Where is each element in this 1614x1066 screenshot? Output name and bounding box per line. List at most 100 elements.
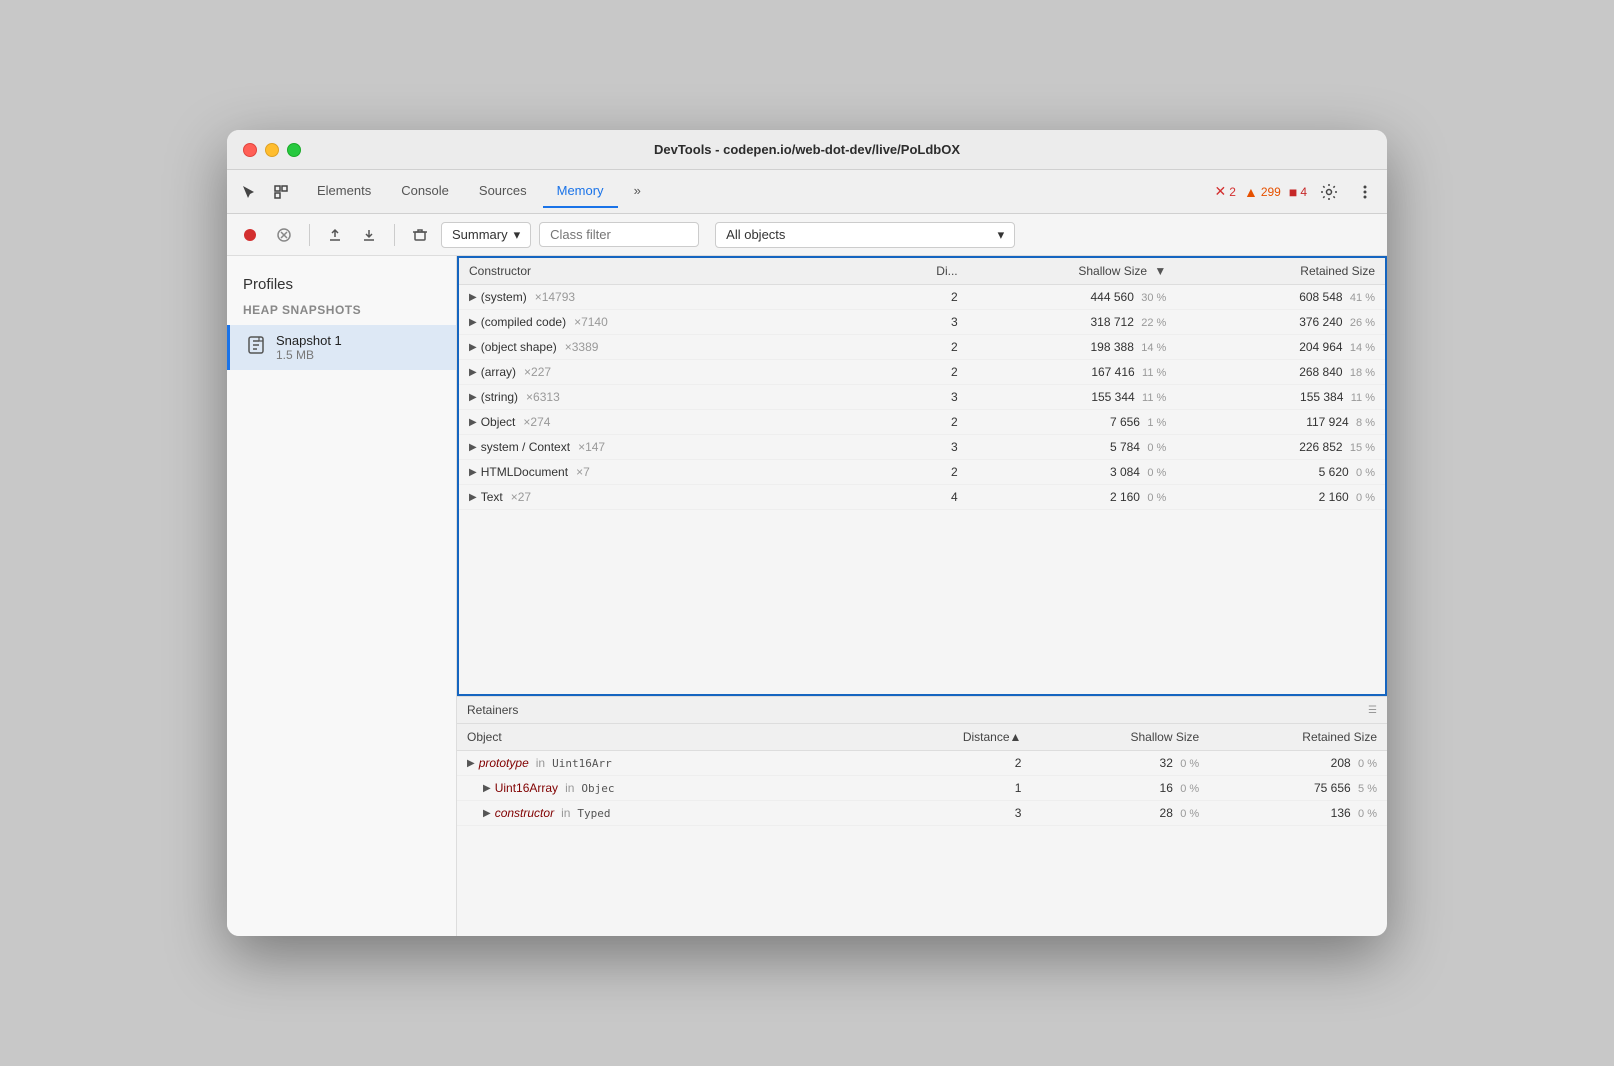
error-count: 2 xyxy=(1229,185,1236,199)
divider-1 xyxy=(309,224,310,246)
expand-arrow-icon[interactable]: ▶ xyxy=(469,492,477,503)
distance-cell: 3 xyxy=(902,435,967,460)
tab-more[interactable]: » xyxy=(620,175,655,208)
tab-sources[interactable]: Sources xyxy=(465,175,541,208)
warning-count: 299 xyxy=(1261,185,1281,199)
ret-col-distance[interactable]: Distance▲ xyxy=(922,724,1031,751)
table-row[interactable]: ▶ (object shape) ×3389 2 198 388 14 % 20… xyxy=(459,335,1385,360)
summary-dropdown[interactable]: Summary ▾ xyxy=(441,222,531,248)
snapshot-item[interactable]: Snapshot 1 1.5 MB xyxy=(227,325,456,370)
tab-console[interactable]: Console xyxy=(387,175,463,208)
expand-arrow-icon[interactable]: ▶ xyxy=(469,442,477,453)
constructor-name: (string) xyxy=(481,390,518,404)
col-constructor[interactable]: Constructor xyxy=(459,258,902,285)
table-row[interactable]: ▶ system / Context ×147 3 5 784 0 % 226 … xyxy=(459,435,1385,460)
count-label: ×3389 xyxy=(565,340,599,354)
ret-distance-cell: 3 xyxy=(922,801,1031,826)
ret-col-shallow[interactable]: Shallow Size xyxy=(1031,724,1209,751)
maximize-button[interactable] xyxy=(287,143,301,157)
summary-chevron-icon: ▾ xyxy=(514,227,521,243)
col-shallow-size[interactable]: Shallow Size ▼ xyxy=(968,258,1177,285)
all-objects-label: All objects xyxy=(726,227,785,242)
expand-arrow-icon[interactable]: ▶ xyxy=(469,292,477,303)
sidebar: Profiles HEAP SNAPSHOTS Snapshot 1 1.5 M… xyxy=(227,256,457,936)
expand-arrow-icon[interactable]: ▶ xyxy=(467,758,475,769)
table-row[interactable]: ▶ (system) ×14793 2 444 560 30 % 608 548… xyxy=(459,285,1385,310)
table-row[interactable]: ▶ (array) ×227 2 167 416 11 % 268 840 18… xyxy=(459,360,1385,385)
constructor-cell: ▶ (object shape) ×3389 xyxy=(459,335,902,360)
expand-arrow-icon[interactable]: ▶ xyxy=(469,367,477,378)
retained-size-cell: 2 160 0 % xyxy=(1176,485,1385,510)
close-button[interactable] xyxy=(243,143,257,157)
distance-cell: 2 xyxy=(902,285,967,310)
settings-icon[interactable] xyxy=(1315,178,1343,206)
expand-arrow-icon[interactable]: ▶ xyxy=(469,317,477,328)
clear-button[interactable] xyxy=(407,222,433,248)
cursor-icon[interactable] xyxy=(235,178,263,206)
record-button[interactable] xyxy=(237,222,263,248)
tabs: Elements Console Sources Memory » xyxy=(303,175,655,208)
stop-button[interactable] xyxy=(271,222,297,248)
table-row[interactable]: ▶ constructor in Typed 3 28 0 % 136 0 % xyxy=(457,801,1387,826)
table-row[interactable]: ▶ Object ×274 2 7 656 1 % 117 924 8 % xyxy=(459,410,1385,435)
tab-memory[interactable]: Memory xyxy=(543,175,618,208)
expand-arrow-icon[interactable]: ▶ xyxy=(483,783,491,794)
retainers-table-body: ▶ prototype in Uint16Arr 2 32 0 % 208 0 … xyxy=(457,751,1387,826)
divider-2 xyxy=(394,224,395,246)
constructor-name: Object xyxy=(481,415,516,429)
ret-col-retained[interactable]: Retained Size xyxy=(1209,724,1387,751)
shallow-size-cell: 444 560 30 % xyxy=(968,285,1177,310)
table-row[interactable]: ▶ Text ×27 4 2 160 0 % 2 160 0 % xyxy=(459,485,1385,510)
warning-badge[interactable]: ▲ 299 xyxy=(1244,184,1281,200)
constructor-cell: ▶ (array) ×227 xyxy=(459,360,902,385)
retained-size-cell: 5 620 0 % xyxy=(1176,460,1385,485)
class-filter-input[interactable] xyxy=(539,222,699,247)
tab-elements[interactable]: Elements xyxy=(303,175,385,208)
ret-col-object[interactable]: Object xyxy=(457,724,922,751)
constructor-cell: ▶ HTMLDocument ×7 xyxy=(459,460,902,485)
inspect-icon[interactable] xyxy=(267,178,295,206)
sort-arrow-icon: ▼ xyxy=(1154,264,1166,278)
title-bar: DevTools - codepen.io/web-dot-dev/live/P… xyxy=(227,130,1387,170)
more-options-icon[interactable] xyxy=(1351,178,1379,206)
shallow-size-cell: 167 416 11 % xyxy=(968,360,1177,385)
heap-snapshots-label: HEAP SNAPSHOTS xyxy=(227,303,456,325)
col-distance[interactable]: Di... xyxy=(902,258,967,285)
warning-icon: ▲ xyxy=(1244,184,1258,200)
retained-size-cell: 608 548 41 % xyxy=(1176,285,1385,310)
minimize-button[interactable] xyxy=(265,143,279,157)
snapshot-name: Snapshot 1 xyxy=(276,333,440,348)
table-row[interactable]: ▶ prototype in Uint16Arr 2 32 0 % 208 0 … xyxy=(457,751,1387,776)
shallow-size-cell: 155 344 11 % xyxy=(968,385,1177,410)
expand-arrow-icon[interactable]: ▶ xyxy=(469,342,477,353)
ret-shallow-cell: 16 0 % xyxy=(1031,776,1209,801)
table-row[interactable]: ▶ (string) ×6313 3 155 344 11 % 155 384 … xyxy=(459,385,1385,410)
error-badge[interactable]: ✕ 2 xyxy=(1215,183,1236,200)
table-row[interactable]: ▶ Uint16Array in Objec 1 16 0 % 75 656 5… xyxy=(457,776,1387,801)
all-objects-chevron-icon: ▾ xyxy=(998,227,1005,243)
retainers-label-text: Retainers xyxy=(467,703,518,717)
snapshot-info: Snapshot 1 1.5 MB xyxy=(276,333,440,362)
constructor-cell: ▶ (compiled code) ×7140 xyxy=(459,310,902,335)
count-label: ×7140 xyxy=(574,315,608,329)
all-objects-dropdown[interactable]: All objects ▾ xyxy=(715,222,1015,248)
expand-arrow-icon[interactable]: ▶ xyxy=(469,417,477,428)
upload-button[interactable] xyxy=(322,222,348,248)
info-badge[interactable]: ■ 4 xyxy=(1289,184,1307,200)
expand-arrow-icon[interactable]: ▶ xyxy=(469,467,477,478)
col-retained-size[interactable]: Retained Size xyxy=(1176,258,1385,285)
retainers-table: Object Distance▲ Shallow Size Retained S… xyxy=(457,724,1387,826)
download-button[interactable] xyxy=(356,222,382,248)
retainer-name: constructor xyxy=(495,806,554,820)
count-label: ×227 xyxy=(524,365,551,379)
table-row[interactable]: ▶ HTMLDocument ×7 2 3 084 0 % 5 620 0 % xyxy=(459,460,1385,485)
count-label: ×27 xyxy=(511,490,531,504)
retainers-scrollbar-icon: ☰ xyxy=(1368,705,1377,716)
expand-arrow-icon[interactable]: ▶ xyxy=(469,392,477,403)
toolbar-right: ✕ 2 ▲ 299 ■ 4 xyxy=(1215,178,1379,206)
table-row[interactable]: ▶ (compiled code) ×7140 3 318 712 22 % 3… xyxy=(459,310,1385,335)
action-bar: Summary ▾ All objects ▾ xyxy=(227,214,1387,256)
constructor-name: system / Context xyxy=(481,440,570,454)
expand-arrow-icon[interactable]: ▶ xyxy=(483,808,491,819)
constructor-table: Constructor Di... Shallow Size ▼ Retaine… xyxy=(459,258,1385,510)
